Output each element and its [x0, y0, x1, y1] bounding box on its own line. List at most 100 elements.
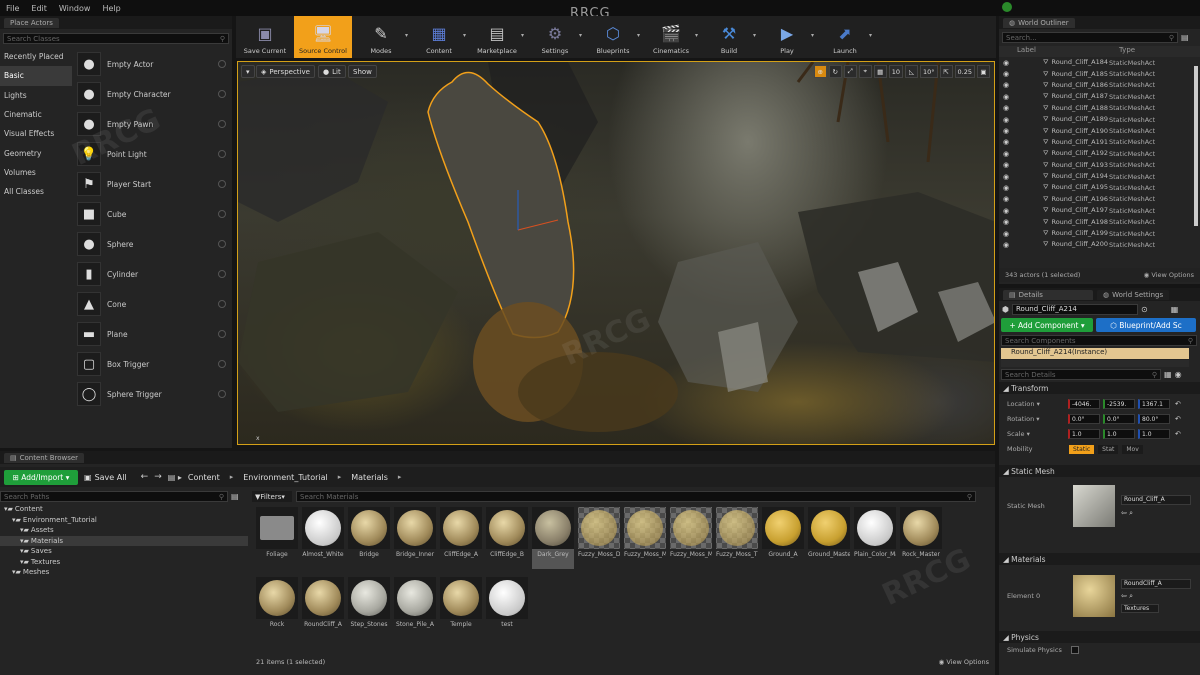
visibility-eye-icon[interactable]: ◉ [999, 241, 1009, 249]
folder-tree-item[interactable]: ▾▰ Saves [0, 546, 248, 557]
build-button[interactable]: ⚒ Build ▾ [700, 16, 758, 58]
visibility-eye-icon[interactable]: ◉ [999, 230, 1009, 238]
outliner-row[interactable]: ◉ ⛛ Round_Cliff_A200 StaticMeshAct [999, 239, 1200, 250]
chevron-down-icon[interactable]: ▾ [695, 32, 698, 39]
help-icon[interactable] [218, 360, 226, 368]
mobility-stationary-button[interactable]: Stat [1098, 444, 1119, 454]
asset-tile[interactable]: Almost_White [302, 507, 344, 569]
show-button[interactable]: Show [348, 65, 377, 78]
reset-arrow-icon[interactable]: ↶ [1175, 415, 1181, 423]
actor-item-player-start[interactable]: ⚑ Player Start [74, 169, 232, 199]
category-lights[interactable]: Lights [0, 86, 72, 105]
settings-icon[interactable]: ▤ [1181, 33, 1189, 42]
chevron-down-icon[interactable]: ▾ [579, 32, 582, 39]
chevron-down-icon[interactable]: ▾ [811, 32, 814, 39]
textures-dropdown[interactable]: Textures [1121, 604, 1159, 613]
tree-settings-icon[interactable]: ▤ [231, 492, 239, 501]
chevron-down-icon[interactable]: ▾ [521, 32, 524, 39]
static-mesh-section[interactable]: ◢ Static Mesh [999, 465, 1200, 477]
outliner-row[interactable]: ◉ ⛛ Round_Cliff_A196 StaticMeshAct [999, 194, 1200, 205]
rotation-y-field[interactable]: 0.0° [1103, 414, 1135, 424]
physics-section[interactable]: ◢ Physics [999, 631, 1200, 643]
settings-button[interactable]: ⚙ Settings ▾ [526, 16, 584, 58]
path-root-icon[interactable]: ▤ ▸ [168, 473, 182, 482]
viewport-tool-2[interactable]: ⤢ [843, 65, 857, 78]
asset-tile[interactable]: RoundCliff_A [302, 577, 344, 639]
viewport-options-button[interactable]: ▾ [241, 65, 255, 78]
column-label[interactable]: Label [1017, 46, 1119, 57]
location-y-field[interactable]: -2539. [1103, 399, 1135, 409]
tab-world-outliner[interactable]: ◍ World Outliner [1003, 17, 1075, 28]
actor-item-empty-character[interactable]: ● Empty Character [74, 79, 232, 109]
actor-name-field[interactable]: Round_Cliff_A214 [1011, 304, 1138, 315]
asset-tile[interactable]: CliffEdge_B [486, 507, 528, 569]
category-cinematic[interactable]: Cinematic [0, 105, 72, 124]
help-icon[interactable] [218, 180, 226, 188]
breadcrumb-separator-icon[interactable]: ▸ [230, 473, 234, 481]
asset-tile[interactable]: CliffEdge_A [440, 507, 482, 569]
save-all-button[interactable]: ▣ Save All [84, 473, 127, 482]
visibility-eye-icon[interactable]: ◉ [999, 116, 1009, 124]
asset-tile[interactable]: Ground_Master [808, 507, 850, 569]
play-button[interactable]: ▶ Play ▾ [758, 16, 816, 58]
visibility-eye-icon[interactable]: ◉ [999, 150, 1009, 158]
category-basic[interactable]: Basic [0, 66, 72, 86]
asset-tile[interactable]: Foliage [256, 507, 298, 569]
visibility-eye-icon[interactable]: ◉ [999, 93, 1009, 101]
asset-tile[interactable]: Stone_Pile_A [394, 577, 436, 639]
location-x-field[interactable]: -4046. [1068, 399, 1100, 409]
viewport-tool-1[interactable]: ↻ [828, 65, 842, 78]
lock-icon[interactable]: ⊙ [1141, 305, 1148, 314]
scale-x-field[interactable]: 1.0 [1068, 429, 1100, 439]
tab-details[interactable]: ▤ Details [1003, 289, 1093, 300]
outliner-row[interactable]: ◉ ⛛ Round_Cliff_A188 StaticMeshAct [999, 103, 1200, 114]
visibility-eye-icon[interactable]: ◉ [999, 138, 1009, 146]
visibility-eye-icon[interactable]: ◉ [999, 161, 1009, 169]
cinematics-button[interactable]: 🎬 Cinematics ▾ [642, 16, 700, 58]
viewport-tool-3[interactable]: ⌖ [858, 65, 872, 78]
folder-tree-item[interactable]: ▾▰ Environment_Tutorial [0, 515, 248, 526]
category-all-classes[interactable]: All Classes [0, 182, 72, 201]
asset-tile[interactable]: Step_Stones [348, 577, 390, 639]
visibility-eye-icon[interactable]: ◉ [999, 207, 1009, 215]
viewport-tool-10[interactable]: ▣ [977, 65, 990, 78]
outliner-row[interactable]: ◉ ⛛ Round_Cliff_A191 StaticMeshAct [999, 137, 1200, 148]
launch-button[interactable]: ⬈ Launch ▾ [816, 16, 874, 58]
help-icon[interactable] [218, 150, 226, 158]
actor-item-point-light[interactable]: 💡 Point Light [74, 139, 232, 169]
outliner-row[interactable]: ◉ ⛛ Round_Cliff_A195 StaticMeshAct [999, 182, 1200, 193]
material-thumbnail[interactable] [1073, 575, 1115, 617]
rotation-label[interactable]: Rotation ▾ [1007, 415, 1065, 423]
chevron-down-icon[interactable]: ▾ [463, 32, 466, 39]
outliner-row[interactable]: ◉ ⛛ Round_Cliff_A185 StaticMeshAct [999, 68, 1200, 79]
chevron-down-icon[interactable]: ▾ [869, 32, 872, 39]
breadcrumb-item[interactable]: Materials [351, 473, 388, 482]
asset-tile[interactable]: Bridge [348, 507, 390, 569]
asset-tile[interactable]: Ground_A [762, 507, 804, 569]
component-instance-row[interactable]: Round_Cliff_A214(Instance) [1001, 348, 1189, 359]
help-icon[interactable] [218, 210, 226, 218]
rotation-x-field[interactable]: 0.0° [1068, 414, 1100, 424]
actor-item-empty-actor[interactable]: ● Empty Actor [74, 49, 232, 79]
outliner-row[interactable]: ◉ ⛛ Round_Cliff_A186 StaticMeshAct [999, 80, 1200, 91]
folder-tree-item[interactable]: ▾▰ Content [0, 504, 248, 515]
visibility-eye-icon[interactable]: ◉ [999, 59, 1009, 67]
forward-arrow-icon[interactable]: → [154, 472, 162, 482]
visibility-eye-icon[interactable]: ◉ [999, 127, 1009, 135]
asset-tile[interactable]: Fuzzy_Moss_Master [624, 507, 666, 569]
asset-tile[interactable]: Fuzzy_Moss_Dense [578, 507, 620, 569]
add-component-button[interactable]: + Add Component ▾ [1001, 318, 1093, 332]
actor-item-cylinder[interactable]: ▮ Cylinder [74, 259, 232, 289]
menu-file[interactable]: File [6, 4, 19, 13]
visibility-eye-icon[interactable]: ◉ [999, 184, 1009, 192]
rotation-z-field[interactable]: 80.0° [1138, 414, 1170, 424]
search-paths-input[interactable]: Search Paths ⚲ [0, 491, 228, 502]
level-viewport[interactable]: x ▾ ◈ Perspective ● Lit Show ⊕ ↻ ⤢ ⌖ ▦ 10 ◺ 10° ⇱ 0… [237, 61, 995, 445]
viewport-tool-8[interactable]: ⇱ [939, 65, 953, 78]
folder-tree-item[interactable]: ▾▰ Meshes [0, 567, 248, 578]
content-button[interactable]: ▦ Content ▾ [410, 16, 468, 58]
help-icon[interactable] [218, 90, 226, 98]
menu-window[interactable]: Window [59, 4, 91, 13]
static-mesh-dropdown[interactable]: Round_Cliff_A [1121, 494, 1191, 505]
viewport-tool-6[interactable]: ◺ [904, 65, 918, 78]
